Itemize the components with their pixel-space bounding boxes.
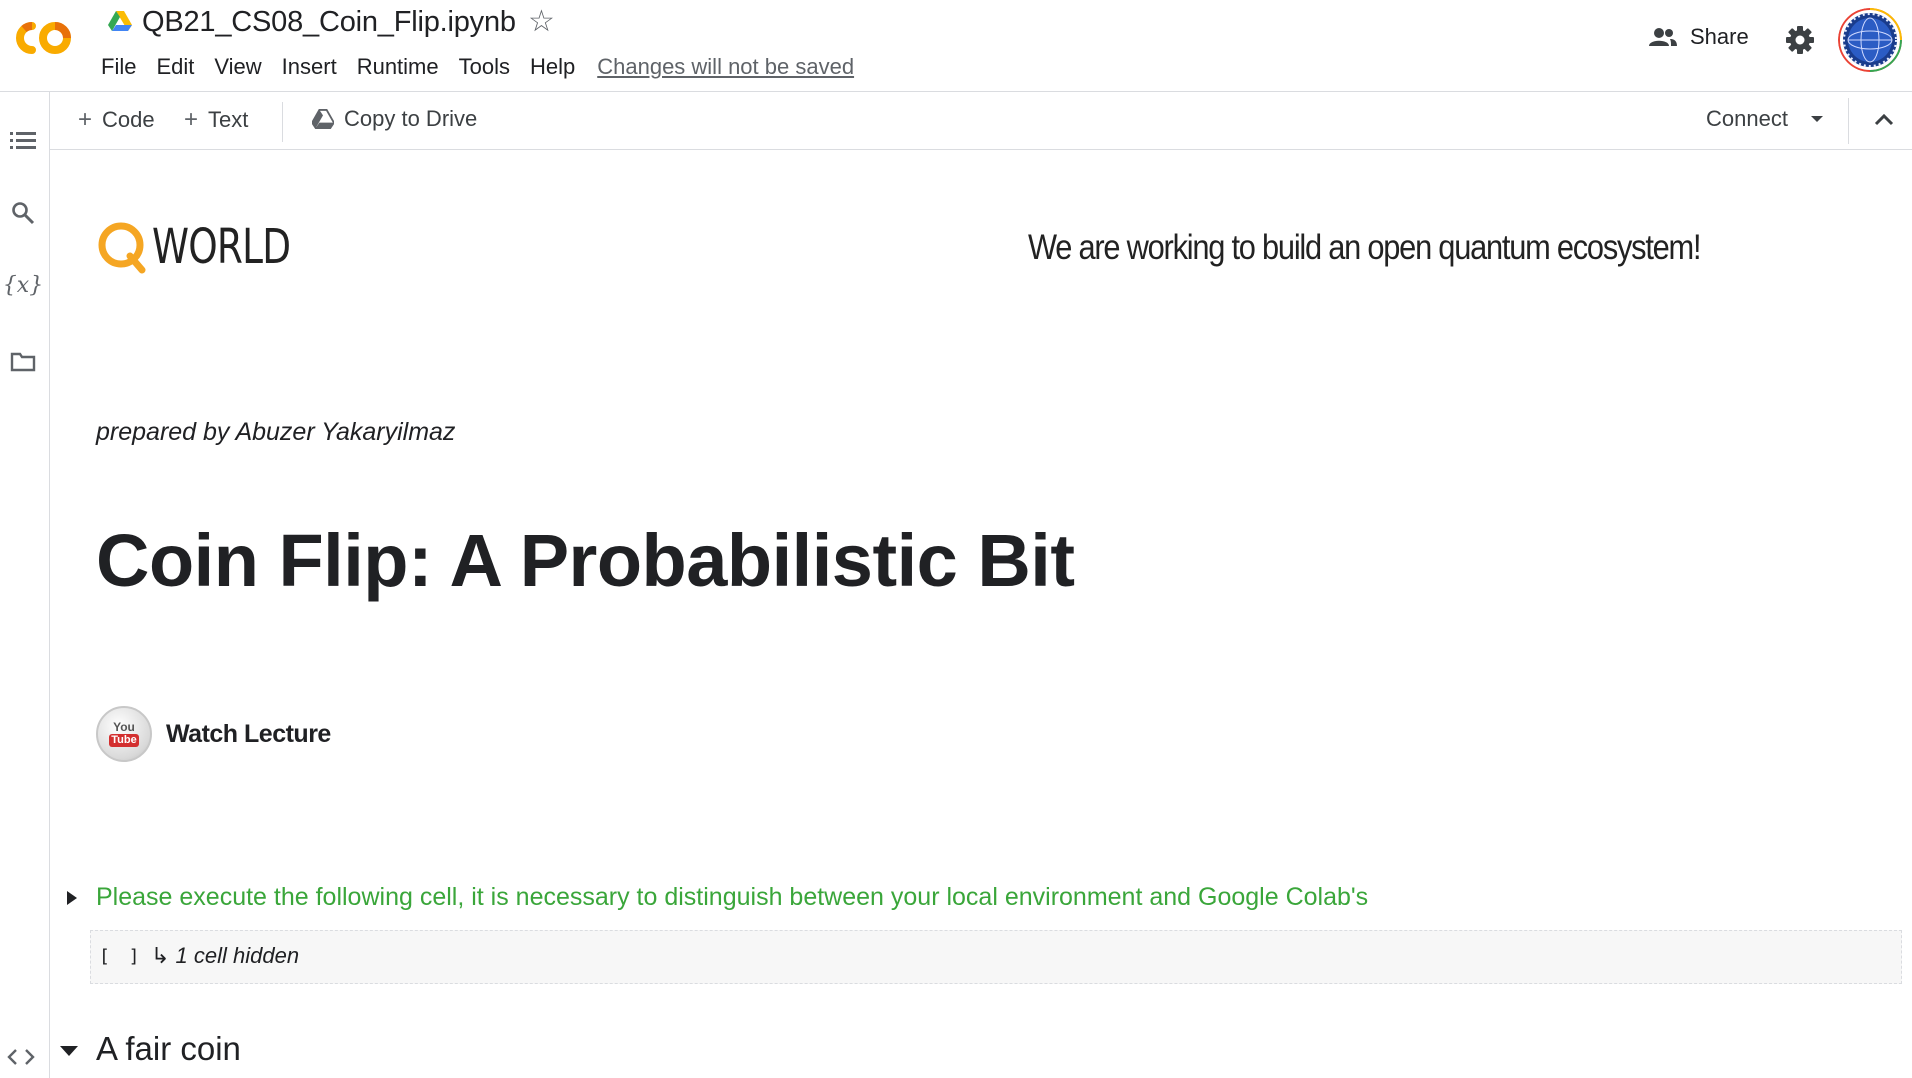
watch-lecture-label: Watch Lecture (166, 719, 331, 748)
caret-down-icon[interactable] (58, 1040, 80, 1062)
menu-help[interactable]: Help (520, 52, 585, 82)
gear-icon[interactable] (1784, 24, 1816, 56)
people-icon (1649, 28, 1677, 46)
add-text-button[interactable]: + Text (184, 106, 248, 134)
connect-button[interactable]: Connect (1706, 106, 1824, 132)
youtube-icon: You Tube (96, 706, 152, 762)
youtube-you-text: You (113, 720, 135, 734)
add-code-label: Code (102, 107, 155, 132)
chevron-up-icon[interactable] (1870, 106, 1898, 134)
menu-edit[interactable]: Edit (146, 52, 204, 82)
drive-outline-icon (312, 109, 334, 129)
left-side-rail: {𝑥} (0, 92, 50, 1078)
qworld-tagline: We are working to build an open quantum … (1028, 228, 1702, 267)
hidden-cells-label[interactable]: ↳ 1 cell hidden (151, 943, 299, 969)
qworld-wordmark: WORLD (152, 219, 291, 275)
page-title: Coin Flip: A Probabilistic Bit (96, 519, 1075, 602)
menu-runtime[interactable]: Runtime (347, 52, 449, 82)
colab-logo[interactable] (10, 18, 78, 58)
unsaved-notice-link[interactable]: Changes will not be saved (597, 52, 854, 82)
files-icon[interactable] (8, 346, 38, 376)
execution-note-heading: Please execute the following cell, it is… (96, 883, 1369, 911)
search-icon[interactable] (8, 198, 38, 228)
star-icon[interactable]: ☆ (528, 4, 555, 39)
plus-icon: + (78, 106, 93, 133)
notebook-toolbar: + Code + Text Copy to Drive Connect (50, 92, 1912, 150)
code-snippets-icon[interactable] (6, 1044, 36, 1070)
connect-label: Connect (1706, 106, 1788, 131)
share-label: Share (1690, 24, 1749, 49)
drive-icon (108, 11, 132, 31)
qworld-logo: WORLD (96, 218, 329, 276)
table-of-contents-icon[interactable] (8, 126, 38, 156)
qworld-q-mark (98, 222, 146, 274)
menu-insert[interactable]: Insert (272, 52, 347, 82)
run-cell-brackets[interactable]: [ ] (99, 946, 144, 967)
notebook-header: QB21_CS08_Coin_Flip.ipynb ☆ File Edit Vi… (0, 0, 1912, 92)
add-code-button[interactable]: + Code (78, 106, 155, 134)
watch-lecture-link[interactable]: You Tube Watch Lecture (96, 706, 331, 762)
add-text-label: Text (208, 107, 249, 132)
menu-file[interactable]: File (100, 52, 146, 82)
avatar[interactable] (1838, 8, 1902, 72)
plus-icon: + (184, 106, 199, 133)
copy-to-drive-label: Copy to Drive (344, 106, 478, 131)
copy-to-drive-button[interactable]: Copy to Drive (312, 106, 477, 132)
notebook-title[interactable]: QB21_CS08_Coin_Flip.ipynb (142, 6, 516, 39)
author-line: prepared by Abuzer Yakaryilmaz (96, 418, 456, 446)
caret-down-icon (1810, 116, 1823, 122)
menu-tools[interactable]: Tools (449, 52, 520, 82)
toolbar-divider (1848, 98, 1849, 144)
toolbar-divider (282, 102, 283, 142)
section-heading: A fair coin (96, 1030, 241, 1067)
hidden-cells-placeholder[interactable]: [ ] ↳ 1 cell hidden (90, 930, 1902, 984)
variables-icon[interactable]: {𝑥} (3, 270, 43, 300)
menu-view[interactable]: View (204, 52, 271, 82)
youtube-tube-text: Tube (109, 734, 139, 747)
caret-right-icon[interactable] (62, 888, 82, 908)
menu-bar: File Edit View Insert Runtime Tools Help… (100, 52, 854, 82)
share-button[interactable]: Share (1648, 24, 1749, 50)
